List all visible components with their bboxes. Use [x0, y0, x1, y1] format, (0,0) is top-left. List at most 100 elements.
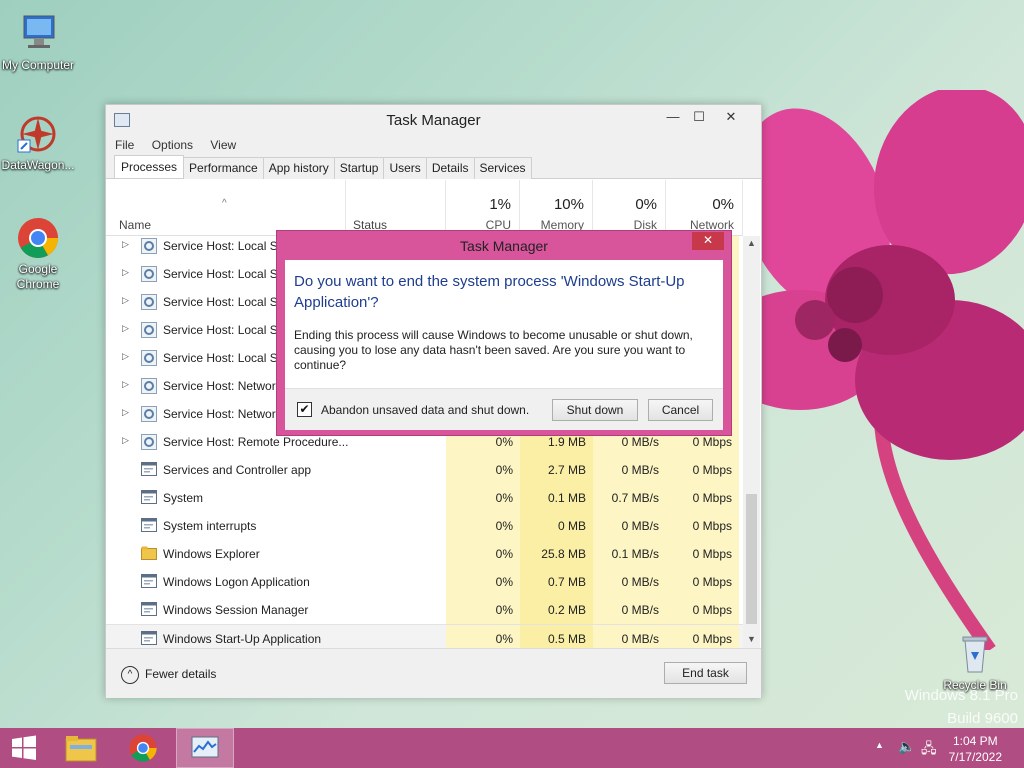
expand-arrow-icon[interactable]: ▷ — [122, 407, 129, 418]
memory-cell: 0.1 MB — [520, 484, 593, 512]
tab-services[interactable]: Services — [473, 157, 532, 179]
network-cell: 0 Mbps — [666, 625, 739, 649]
volume-muted-icon[interactable]: 🔈 — [898, 738, 915, 755]
show-hidden-icons[interactable]: ▲ — [875, 740, 884, 750]
dialog-message: Ending this process will cause Windows t… — [294, 328, 693, 372]
process-row[interactable]: Windows Start-Up Application 0% 0.5 MB 0 MB… — [106, 624, 743, 649]
memory-cell: 2.7 MB — [520, 456, 593, 484]
column-network[interactable]: 0% Network — [666, 180, 743, 236]
folder-icon — [141, 546, 157, 560]
network-icon[interactable]: 🖧 — [921, 738, 937, 762]
desktop-icon-my-computer[interactable]: My Computer — [0, 12, 78, 73]
column-cpu[interactable]: 1% CPU — [446, 180, 520, 236]
gear-icon — [141, 266, 157, 282]
expand-arrow-icon[interactable]: ▷ — [122, 295, 129, 306]
column-name[interactable]: ^ Name — [106, 180, 346, 236]
tab-processes[interactable]: Processes — [114, 155, 185, 178]
gear-icon — [141, 322, 157, 338]
tab-startup[interactable]: Startup — [333, 157, 385, 179]
start-button[interactable] — [0, 728, 48, 768]
minimize-button[interactable]: — — [659, 107, 687, 127]
process-name: Windows Logon Application — [163, 575, 310, 589]
process-row[interactable]: Windows Session Manager 0% 0.2 MB 0 MB/s 0 M… — [106, 596, 743, 624]
tab-strip: Processes Performance App history Startu… — [106, 155, 761, 179]
chrome-icon — [16, 216, 60, 260]
window-icon — [141, 574, 157, 588]
folder-icon — [65, 736, 97, 762]
tab-performance[interactable]: Performance — [183, 157, 264, 179]
gear-icon — [141, 238, 157, 254]
title-bar[interactable]: Task Manager — ☐ ✕ — [106, 105, 761, 135]
taskbar-chrome[interactable] — [114, 728, 172, 768]
expand-arrow-icon[interactable]: ▷ — [122, 323, 129, 334]
memory-cell: 0 MB — [520, 512, 593, 540]
maximize-button[interactable]: ☐ — [685, 107, 713, 127]
scroll-thumb[interactable] — [746, 494, 757, 624]
cpu-cell: 0% — [446, 625, 520, 649]
cpu-cell: 0% — [446, 456, 520, 484]
menu-file[interactable]: File — [115, 135, 134, 155]
window-icon — [141, 602, 157, 616]
process-row[interactable]: Windows Explorer 0% 25.8 MB 0.1 MB/s 0 Mbps — [106, 540, 743, 568]
network-cell: 0 Mbps — [666, 512, 739, 540]
expand-arrow-icon[interactable]: ▷ — [122, 267, 129, 278]
desktop-icon-google-chrome[interactable]: Google Chrome — [0, 216, 78, 292]
tab-users[interactable]: Users — [383, 157, 427, 179]
end-task-button[interactable]: End task — [664, 662, 747, 684]
taskbar: ▲ 🔈 🖧 1:04 PM 7/17/2022 — [0, 728, 1024, 768]
expand-arrow-icon[interactable]: ▷ — [122, 239, 129, 250]
process-row[interactable]: System 0% 0.1 MB 0.7 MB/s 0 Mbps — [106, 484, 743, 512]
process-row[interactable]: Windows Logon Application 0% 0.7 MB 0 MB/s 0… — [106, 568, 743, 596]
wallpaper-flower — [740, 90, 1024, 650]
abandon-data-label[interactable]: Abandon unsaved data and shut down. — [321, 403, 529, 417]
network-cell: 0 Mbps — [666, 484, 739, 512]
dialog-close-button[interactable]: ✕ — [692, 232, 724, 250]
taskbar-file-explorer[interactable] — [52, 728, 110, 768]
window-icon — [141, 631, 157, 645]
process-name: Service Host: Network — [163, 407, 282, 421]
gear-icon — [141, 378, 157, 394]
expand-arrow-icon[interactable]: ▷ — [122, 435, 129, 446]
scroll-down-icon[interactable]: ▼ — [743, 634, 760, 644]
cpu-cell: 0% — [446, 596, 520, 624]
tab-details[interactable]: Details — [425, 157, 475, 179]
process-row[interactable]: System interrupts 0% 0 MB 0 MB/s 0 Mbps — [106, 512, 743, 540]
disk-cell: 0.1 MB/s — [593, 540, 666, 568]
shut-down-button[interactable]: Shut down — [552, 399, 638, 421]
scroll-up-icon[interactable]: ▲ — [743, 238, 760, 248]
network-cell: 0 Mbps — [666, 568, 739, 596]
cancel-button[interactable]: Cancel — [648, 399, 713, 421]
menu-bar: File Options View — [106, 135, 761, 155]
dialog-question: Do you want to end the system process 'W… — [294, 273, 685, 311]
abandon-data-checkbox[interactable]: ✔ — [297, 402, 312, 417]
process-row[interactable]: Services and Controller app 0% 2.7 MB 0 MB/… — [106, 456, 743, 484]
menu-options[interactable]: Options — [152, 135, 193, 155]
column-disk[interactable]: 0% Disk — [593, 180, 666, 236]
clock[interactable]: 1:04 PM 7/17/2022 — [949, 733, 1002, 765]
process-name: Service Host: Local Se — [163, 239, 285, 253]
disk-cell: 0 MB/s — [593, 596, 666, 624]
network-cell: 0 Mbps — [666, 540, 739, 568]
expand-arrow-icon[interactable]: ▷ — [122, 379, 129, 390]
gear-icon — [141, 294, 157, 310]
menu-view[interactable]: View — [210, 135, 236, 155]
dialog-title-bar[interactable]: Task Manager ✕ — [277, 231, 731, 260]
taskbar-task-manager[interactable] — [176, 728, 234, 768]
tab-app-history[interactable]: App history — [262, 157, 335, 179]
gear-icon — [141, 434, 157, 450]
column-memory[interactable]: 10% Memory — [520, 180, 593, 236]
expand-arrow-icon[interactable]: ▷ — [122, 351, 129, 362]
task-manager-icon — [191, 736, 219, 758]
dialog-title: Task Manager — [460, 238, 548, 254]
footer-bar: ^ Fewer details End task — [106, 648, 761, 698]
vertical-scrollbar[interactable]: ▲ ▼ — [743, 236, 760, 649]
column-status[interactable]: Status — [346, 180, 446, 236]
windows-watermark: Windows 8.1 Pro Build 9600 — [904, 687, 1018, 727]
process-name: System interrupts — [163, 519, 257, 533]
memory-cell: 0.2 MB — [520, 596, 593, 624]
desktop-icon-datawagon[interactable]: DataWagon... — [0, 112, 78, 173]
memory-cell: 25.8 MB — [520, 540, 593, 568]
close-button[interactable]: ✕ — [717, 107, 745, 127]
end-process-dialog: Task Manager ✕ Do you want to end the sy… — [276, 230, 732, 436]
fewer-details-link[interactable]: ^ Fewer details — [121, 666, 216, 684]
